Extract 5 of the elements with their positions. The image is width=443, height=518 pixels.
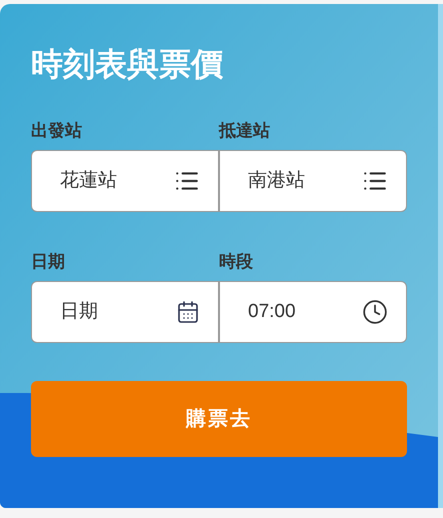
- page-title: 時刻表與票價: [31, 45, 224, 84]
- field-label: 時段: [219, 251, 254, 273]
- field-label: 出發站: [31, 120, 83, 142]
- field-label: 日期: [31, 251, 66, 273]
- field-label: 抵達站: [219, 120, 271, 142]
